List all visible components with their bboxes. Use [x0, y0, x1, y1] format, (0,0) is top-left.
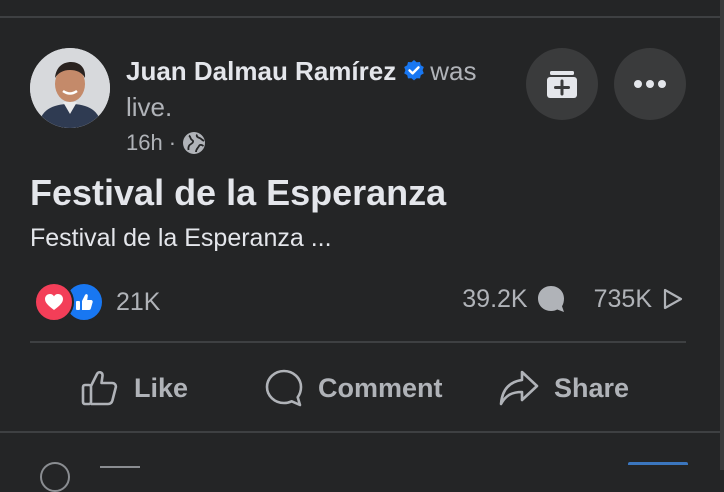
post-description[interactable]: Festival de la Esperanza ...	[30, 224, 332, 253]
meta-separator: ·	[168, 130, 177, 155]
save-post-icon	[547, 71, 577, 98]
like-label: Like	[134, 372, 189, 403]
post-timestamp[interactable]: 16h	[126, 130, 163, 156]
comment-count[interactable]: 39.2K	[462, 285, 527, 314]
share-button[interactable]: Share	[498, 360, 629, 416]
author-name[interactable]: Juan Dalmau Ramírez	[126, 56, 396, 86]
more-options-button[interactable]	[614, 48, 686, 120]
share-label: Share	[554, 372, 630, 403]
post-title: Festival de la Esperanza	[30, 172, 447, 213]
comment-button[interactable]: Comment	[264, 360, 443, 416]
comment-label: Comment	[318, 372, 443, 403]
verified-badge-icon	[404, 60, 425, 81]
like-button[interactable]: Like	[80, 360, 188, 416]
share-icon	[499, 370, 539, 406]
next-section-text	[100, 466, 140, 468]
post-meta: 16h ·	[126, 130, 521, 156]
play-icon	[663, 288, 683, 310]
more-options-icon	[634, 80, 666, 88]
save-post-button[interactable]	[526, 48, 598, 120]
globe-icon	[183, 132, 206, 154]
next-section-icon	[40, 462, 70, 492]
reaction-count: 21K	[116, 287, 161, 316]
actions-divider	[30, 341, 686, 343]
post-header: Juan Dalmau Ramírez was live. 16h ·	[126, 52, 521, 156]
post-action-bar: Like Comment Share	[0, 360, 720, 416]
comment-icon	[265, 369, 303, 407]
bottom-divider	[0, 431, 720, 433]
view-count[interactable]: 735K	[594, 285, 652, 314]
reactions-summary[interactable]: 21K	[34, 282, 160, 322]
top-divider	[0, 16, 720, 18]
author-line: Juan Dalmau Ramírez was	[126, 52, 521, 90]
author-avatar[interactable]	[30, 48, 110, 128]
window-edge	[720, 0, 724, 470]
post-action-text: was	[430, 56, 477, 86]
thumbs-up-icon	[81, 370, 118, 406]
love-reaction-icon	[34, 282, 74, 322]
next-section-link[interactable]	[628, 462, 688, 475]
engagement-stats: 39.2K 735K	[462, 284, 684, 314]
comment-bubble-icon	[537, 286, 564, 312]
post-action-text-continued: live.	[126, 92, 173, 122]
